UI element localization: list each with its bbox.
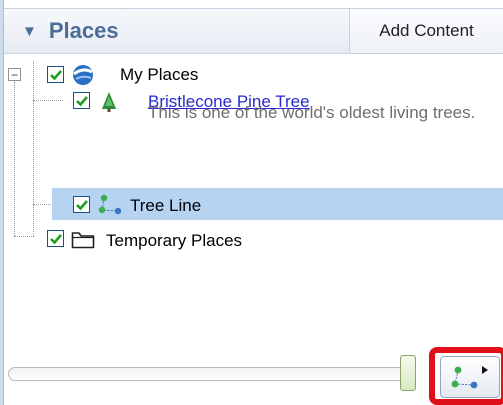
tree-placemark-icon — [98, 91, 120, 118]
bristlecone-description: This is one of the world's oldest living… — [148, 103, 476, 122]
play-tour-button[interactable] — [440, 356, 500, 398]
bristlecone-checkbox[interactable] — [73, 92, 90, 109]
tree-connector-line — [14, 236, 34, 237]
opacity-slider-track[interactable] — [8, 367, 413, 381]
tree-connector-line — [33, 100, 63, 101]
tree-connector-line — [33, 61, 34, 236]
folder-icon — [71, 230, 95, 255]
tree-line-label[interactable]: Tree Line — [130, 196, 201, 216]
path-icon — [98, 193, 124, 222]
play-tour-icon — [450, 362, 492, 397]
globe-icon — [71, 63, 95, 92]
my-places-checkbox[interactable] — [47, 66, 64, 83]
opacity-slider-thumb[interactable] — [400, 355, 416, 391]
places-tree: − My Places Bristlecone Pine Tree This i… — [4, 55, 503, 345]
temporary-places-label[interactable]: Temporary Places — [106, 231, 242, 251]
tree-connector-line — [14, 82, 15, 236]
add-content-button[interactable]: Add Content — [349, 9, 503, 53]
places-panel-header: ▼ Places Add Content — [4, 8, 503, 54]
panel-title: Places — [48, 18, 119, 43]
collapse-node-icon[interactable]: − — [8, 68, 21, 81]
temporary-places-checkbox[interactable] — [47, 230, 64, 247]
places-collapse-toggle[interactable]: ▼ Places — [4, 9, 349, 53]
my-places-label[interactable]: My Places — [120, 65, 198, 85]
tree-line-checkbox[interactable] — [73, 196, 90, 213]
places-bottom-bar — [4, 345, 503, 405]
collapse-triangle-icon: ▼ — [22, 22, 37, 40]
